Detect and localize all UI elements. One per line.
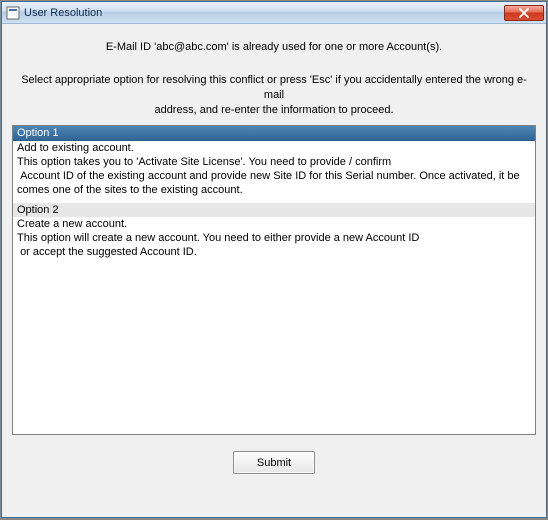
close-button[interactable]: [504, 5, 544, 21]
option-2-line-2: This option will create a new account. Y…: [17, 232, 531, 246]
instruction-line-1: Select appropriate option for resolving …: [20, 73, 528, 103]
option-1-line-1: Add to existing account.: [17, 142, 531, 156]
option-2-line-1: Create a new account.: [17, 218, 531, 232]
dialog-content: E-Mail ID 'abc@abc.com' is already used …: [2, 24, 546, 517]
option-2-line-3: or accept the suggested Account ID.: [17, 246, 531, 260]
option-body-1[interactable]: Add to existing account. This option tak…: [13, 141, 535, 203]
window-title: User Resolution: [24, 7, 504, 19]
option-body-2[interactable]: Create a new account. This option will c…: [13, 217, 535, 265]
options-list: Option 1 Add to existing account. This o…: [12, 125, 536, 435]
dialog-window: User Resolution E-Mail ID 'abc@abc.com' …: [1, 1, 547, 518]
message-instructions: Select appropriate option for resolving …: [12, 73, 536, 118]
option-1-line-3: Account ID of the existing account and p…: [17, 170, 531, 198]
submit-button[interactable]: Submit: [233, 451, 315, 474]
option-header-2[interactable]: Option 2: [13, 203, 535, 217]
app-icon: [6, 6, 20, 20]
close-icon: [518, 8, 530, 18]
option-header-1[interactable]: Option 1: [13, 125, 535, 141]
option-1-line-2: This option takes you to 'Activate Site …: [17, 156, 531, 170]
message-email-used: E-Mail ID 'abc@abc.com' is already used …: [12, 40, 536, 55]
button-row: Submit: [12, 435, 536, 486]
instruction-line-2: address, and re-enter the information to…: [20, 103, 528, 118]
titlebar: User Resolution: [2, 2, 546, 24]
